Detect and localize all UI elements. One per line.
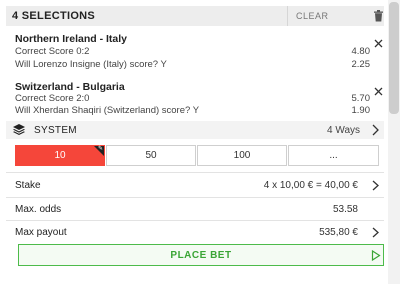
selections-count-title: 4 SELECTIONS <box>12 10 96 22</box>
chevron-right-icon <box>372 227 379 238</box>
stake-chip-label: ... <box>329 150 338 161</box>
max-odds-label: Max. odds <box>15 204 62 215</box>
divider <box>6 197 384 198</box>
stake-label: Stake <box>15 180 41 191</box>
chevron-right-icon <box>372 180 379 191</box>
pick-odds: 2.25 <box>351 59 371 70</box>
max-odds-value: 53.58 <box>332 204 358 215</box>
pick-label: Correct Score 2:0 <box>15 93 90 104</box>
clear-button[interactable]: CLEAR <box>296 11 329 21</box>
betslip-panel: 4 SELECTIONS CLEAR Northern Ireland - It… <box>0 0 400 284</box>
selection-item: Switzerland - Bulgaria Correct Score 2:0… <box>15 81 385 121</box>
place-bet-label: PLACE BET <box>170 250 232 261</box>
pick-label: Correct Score 0:2 <box>15 46 90 57</box>
pick-odds: 4.80 <box>351 46 371 57</box>
max-payout-value: 535,80 € <box>319 227 358 238</box>
play-arrow-icon <box>371 250 381 261</box>
pencil-icon: ✎ <box>97 146 103 152</box>
stake-chip-50[interactable]: 50 <box>106 145 196 166</box>
max-odds-row: Max. odds 53.58 <box>6 199 384 219</box>
selection-item: Northern Ireland - Italy Correct Score 0… <box>15 33 385 73</box>
header-divider <box>287 6 288 26</box>
chevron-right-icon <box>372 124 379 136</box>
place-bet-button[interactable]: PLACE BET <box>18 244 384 266</box>
stake-chip-label: 100 <box>233 150 251 161</box>
trash-icon[interactable] <box>373 10 384 22</box>
max-payout-row[interactable]: Max payout 535,80 € <box>6 222 384 242</box>
stake-chip-label: 50 <box>145 150 157 161</box>
match-name: Northern Ireland - Italy <box>15 33 128 45</box>
max-payout-label: Max payout <box>15 227 67 238</box>
system-ways: 4 Ways <box>327 125 360 136</box>
stake-chip-label: 10 <box>54 150 66 161</box>
close-icon[interactable] <box>374 39 383 48</box>
scrollbar-thumb[interactable] <box>389 2 399 114</box>
stake-row[interactable]: Stake 4 x 10,00 € = 40,00 € <box>6 175 384 195</box>
stake-chip-100[interactable]: 100 <box>197 145 287 166</box>
pick-odds: 5.70 <box>351 93 371 104</box>
layers-icon <box>13 124 25 135</box>
pick-label: Will Xherdan Shaqiri (Switzerland) score… <box>15 105 200 116</box>
pick-odds: 1.90 <box>351 105 371 116</box>
divider <box>6 220 384 221</box>
pick-label: Will Lorenzo Insigne (Italy) score? Y <box>15 59 167 70</box>
stake-chip-custom[interactable]: ... <box>288 145 379 166</box>
stake-chip-10[interactable]: 10 ✎ <box>15 145 105 166</box>
close-icon[interactable] <box>374 87 383 96</box>
stake-value: 4 x 10,00 € = 40,00 € <box>263 180 358 191</box>
betslip-header: 4 SELECTIONS CLEAR <box>6 6 384 26</box>
divider <box>6 172 384 173</box>
system-label: SYSTEM <box>34 125 77 136</box>
system-selector[interactable]: SYSTEM 4 Ways <box>6 121 384 139</box>
match-name: Switzerland - Bulgaria <box>15 81 125 93</box>
